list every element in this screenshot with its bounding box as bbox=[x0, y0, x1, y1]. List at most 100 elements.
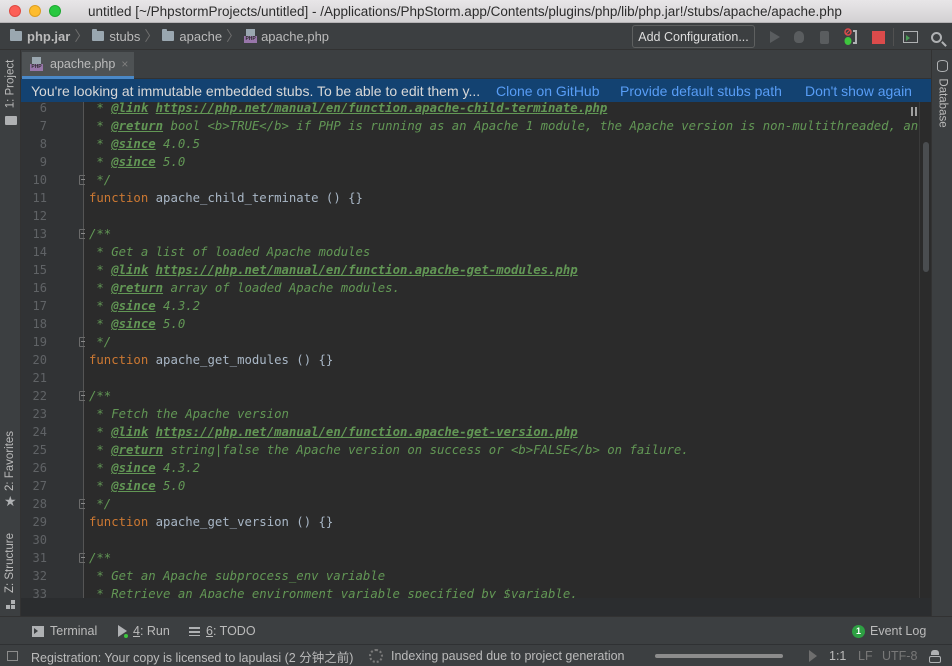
line-number: 33 bbox=[32, 587, 47, 598]
search-icon bbox=[930, 31, 942, 43]
code-token: * Get a list of loaded Apache modules bbox=[89, 245, 371, 259]
line-number: 14 bbox=[32, 245, 47, 259]
line-number-gutter: 6 7 8 9 10 11 12 13 14 15 16 17 18 19 20 21 22 23 24 25 26 27… bbox=[21, 102, 88, 598]
line-number: 24 bbox=[32, 425, 47, 439]
add-configuration-button[interactable]: Add Configuration... bbox=[632, 25, 755, 48]
run-button[interactable] bbox=[766, 28, 784, 46]
clone-on-github-link[interactable]: Clone on GitHub bbox=[496, 83, 600, 99]
code-line: * @since 4.0.5 bbox=[85, 135, 919, 153]
code-line: */ bbox=[85, 171, 919, 189]
scrollbar-thumb[interactable] bbox=[923, 142, 929, 272]
caret-position[interactable]: 1:1 bbox=[829, 645, 846, 666]
doc-tag: @since bbox=[111, 317, 156, 331]
tool-tab-structure[interactable]: Z: Structure bbox=[0, 528, 21, 598]
line-number: 13 bbox=[32, 227, 47, 241]
pause-inspection-icon[interactable] bbox=[911, 107, 917, 116]
code-token: */ bbox=[89, 497, 112, 511]
line-number: 18 bbox=[32, 317, 47, 331]
search-everywhere-button[interactable] bbox=[927, 28, 945, 46]
dont-show-again-link[interactable]: Don't show again bbox=[805, 83, 912, 99]
file-encoding[interactable]: UTF-8 bbox=[882, 645, 917, 666]
doc-tag: @since bbox=[111, 461, 156, 475]
code-line: function apache_get_version () {} bbox=[85, 513, 919, 531]
tool-tab-todo[interactable]: 6: TODO bbox=[189, 617, 256, 645]
code-token: * Fetch the Apache version bbox=[89, 407, 289, 421]
code-line: * @since 5.0 bbox=[85, 477, 919, 495]
doc-tag: @link bbox=[111, 425, 149, 439]
code-token: /** bbox=[89, 227, 112, 241]
breadcrumb-item-php-jar[interactable]: php.jar bbox=[10, 23, 70, 50]
code-line: function apache_get_modules () {} bbox=[85, 351, 919, 369]
line-number: 11 bbox=[32, 191, 47, 205]
line-number: 7 bbox=[39, 119, 47, 133]
doc-tag: @link bbox=[111, 102, 149, 115]
tool-tab-terminal[interactable]: Terminal bbox=[32, 617, 97, 645]
terminal-toolbar-button[interactable] bbox=[901, 28, 919, 46]
code-token: * bbox=[89, 155, 112, 169]
doc-link[interactable]: https://php.net/manual/en/function.apach… bbox=[156, 102, 608, 115]
code-token: */ bbox=[89, 173, 112, 187]
code-area[interactable]: * @link https://php.net/manual/en/functi… bbox=[85, 102, 919, 598]
folder-icon bbox=[92, 29, 105, 41]
line-separator[interactable]: LF bbox=[858, 645, 873, 666]
minimize-window-button[interactable] bbox=[29, 5, 41, 17]
coverage-button[interactable] bbox=[815, 28, 833, 46]
breadcrumb-item-apache[interactable]: apache bbox=[162, 23, 222, 50]
breadcrumb-label: stubs bbox=[109, 28, 141, 44]
resume-indexing-button[interactable] bbox=[809, 645, 817, 666]
code-token: * bbox=[89, 443, 112, 457]
doc-tag: @return bbox=[111, 443, 164, 457]
event-log-button[interactable]: 1 Event Log bbox=[852, 617, 926, 645]
code-token: 5.0 bbox=[155, 317, 186, 331]
code-line: * @since 4.3.2 bbox=[85, 297, 919, 315]
indexing-status[interactable]: Indexing paused due to project generatio… bbox=[369, 645, 625, 666]
code-token: * Get an Apache subprocess_env variable bbox=[89, 569, 386, 583]
provide-default-stubs-path-link[interactable]: Provide default stubs path bbox=[620, 83, 782, 99]
code-token: * bbox=[89, 461, 112, 475]
line-number: 6 bbox=[39, 102, 47, 115]
tab-apache-php[interactable]: PHP apache.php × bbox=[22, 52, 134, 79]
maximize-window-button[interactable] bbox=[49, 5, 61, 17]
code-line: * @since 5.0 bbox=[85, 153, 919, 171]
breadcrumb-separator-icon: 〉 bbox=[144, 28, 159, 44]
loading-spinner-icon bbox=[369, 649, 383, 663]
code-token: string|false the Apache version on succe… bbox=[163, 443, 689, 457]
doc-link[interactable]: https://php.net/manual/en/function.apach… bbox=[156, 263, 578, 277]
registration-status[interactable]: Registration: Your copy is licensed to l… bbox=[31, 645, 353, 666]
attach-debugger-button[interactable] bbox=[842, 28, 860, 46]
database-icon bbox=[937, 60, 948, 72]
tab-label: apache.php bbox=[50, 57, 116, 71]
code-line: * @since 5.0 bbox=[85, 315, 919, 333]
tool-tab-database[interactable]: Database bbox=[932, 76, 952, 130]
breadcrumb-item-stubs[interactable]: stubs bbox=[92, 23, 140, 50]
stubs-notification-banner: You're looking at immutable embedded stu… bbox=[21, 79, 931, 102]
left-tool-strip: 1: Project 2: Favorites ★ Z: Structure bbox=[0, 50, 21, 616]
stop-button[interactable] bbox=[869, 28, 887, 46]
editor-vertical-scrollbar[interactable] bbox=[919, 102, 931, 598]
breadcrumb-item-apache-php[interactable]: PHP apache.php bbox=[244, 23, 329, 50]
close-window-button[interactable] bbox=[9, 5, 21, 17]
tool-tab-project[interactable]: 1: Project bbox=[0, 56, 21, 112]
code-token: apache_get_modules () {} bbox=[148, 353, 334, 367]
list-icon bbox=[189, 626, 200, 636]
debug-button[interactable] bbox=[790, 28, 808, 46]
run-icon bbox=[118, 625, 128, 638]
code-token: apache_get_version () {} bbox=[148, 515, 334, 529]
code-token: * bbox=[89, 317, 112, 331]
toggle-tool-windows-button[interactable] bbox=[7, 645, 18, 666]
stop-icon bbox=[871, 30, 885, 44]
navigation-bar: php.jar 〉 stubs 〉 apache 〉 PHP apache.ph… bbox=[0, 23, 952, 50]
close-tab-icon[interactable]: × bbox=[121, 57, 128, 71]
doc-link[interactable]: https://php.net/manual/en/function.apach… bbox=[156, 425, 578, 439]
code-token: * bbox=[89, 137, 112, 151]
tool-tab-run[interactable]: 4: Run bbox=[118, 617, 170, 645]
code-line: * @return array of loaded Apache modules… bbox=[85, 279, 919, 297]
code-editor[interactable]: 6 7 8 9 10 11 12 13 14 15 16 17 18 19 20 21 22 23 24 25 26 27… bbox=[21, 102, 931, 598]
code-line: * Get a list of loaded Apache modules bbox=[85, 243, 919, 261]
code-token: * bbox=[89, 425, 112, 439]
code-line: * Fetch the Apache version bbox=[85, 405, 919, 423]
tool-tab-favorites[interactable]: 2: Favorites bbox=[0, 428, 21, 494]
inspector-button[interactable] bbox=[929, 645, 941, 666]
